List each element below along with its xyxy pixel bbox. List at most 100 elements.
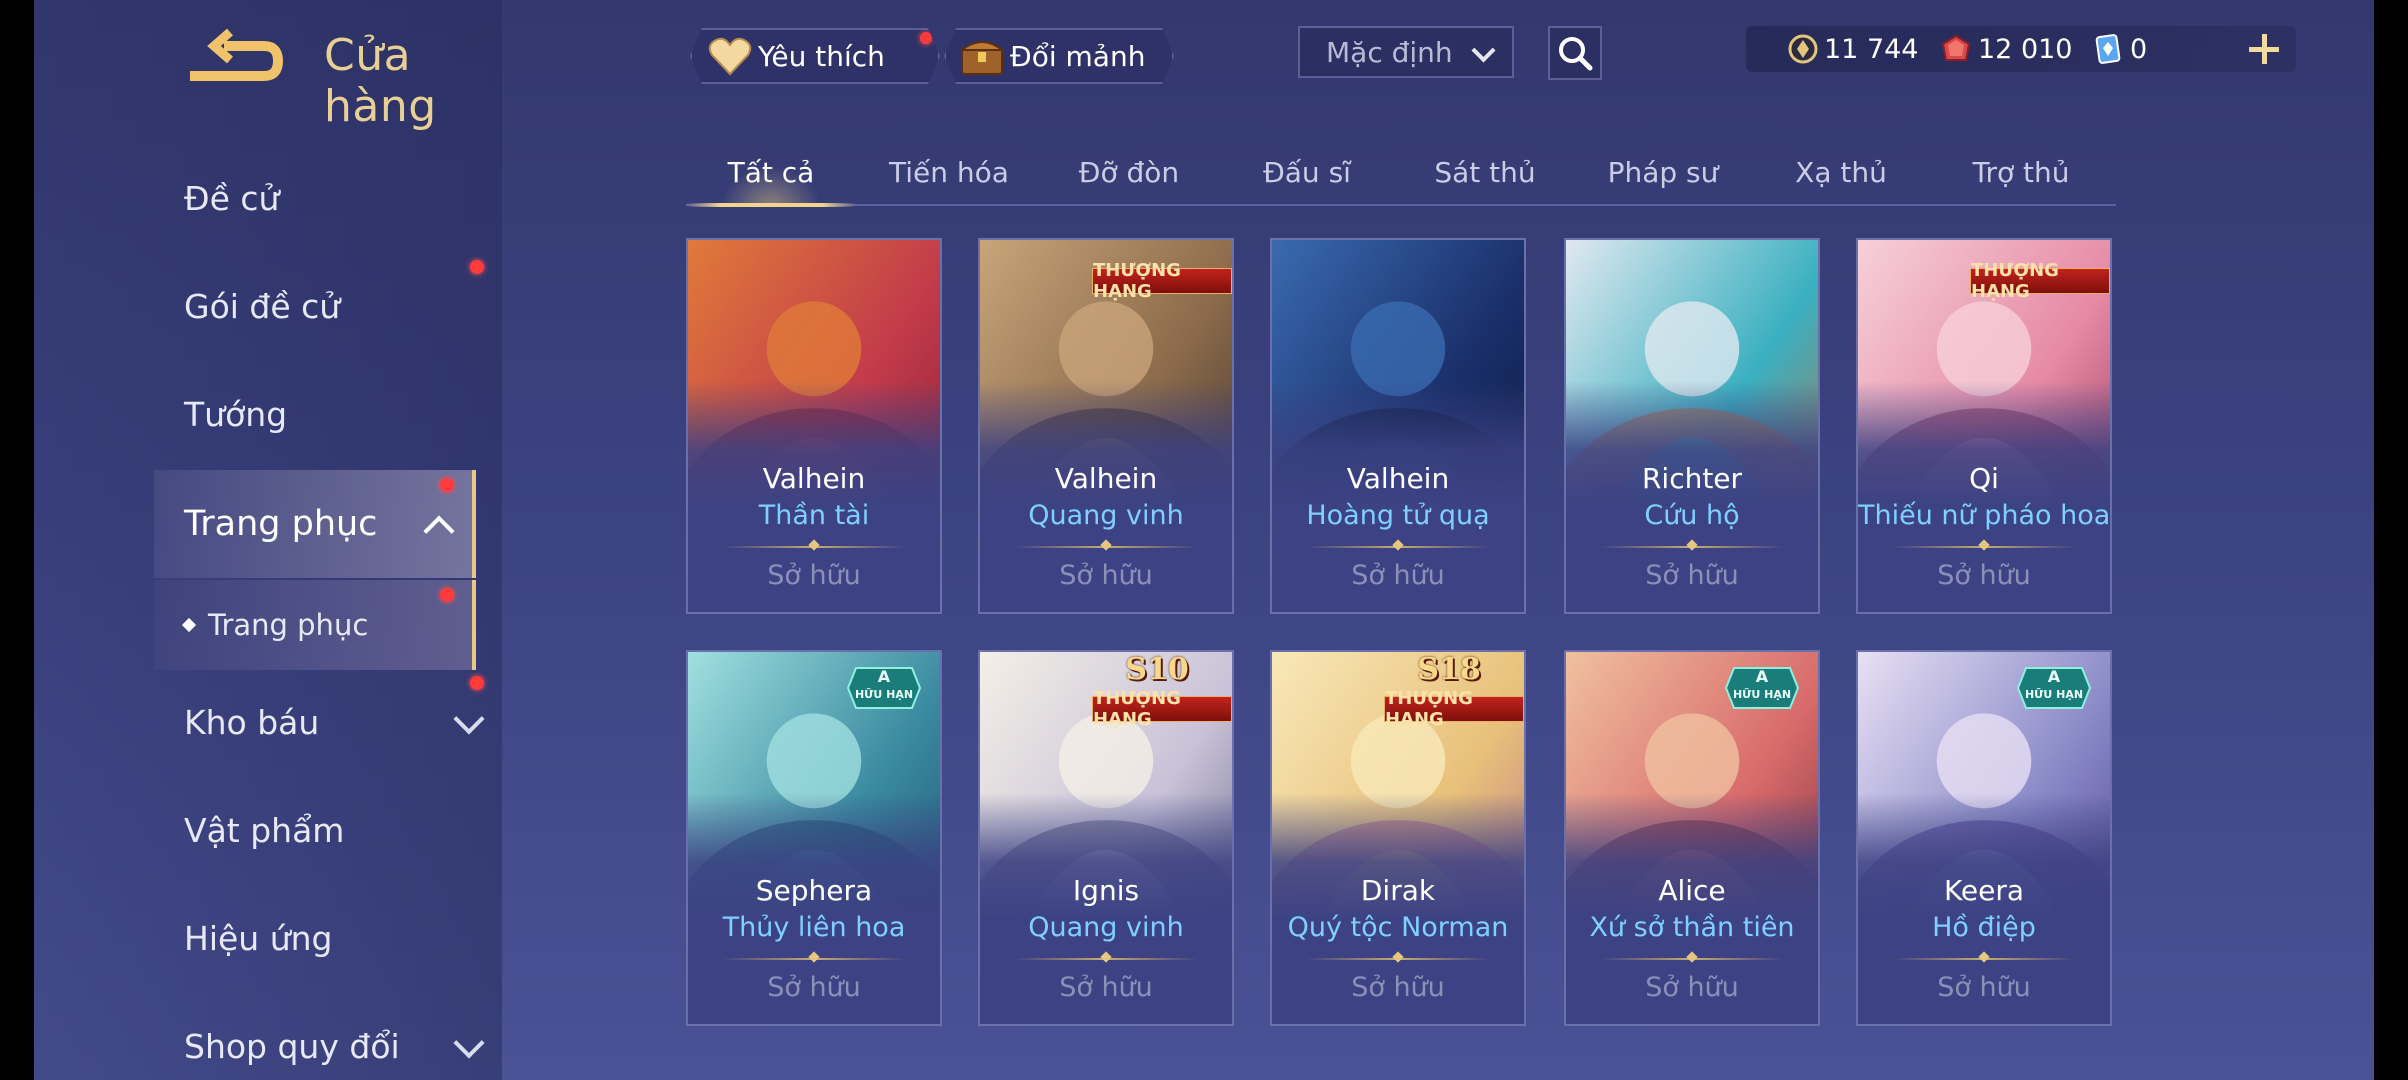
chevron-down-icon: [1471, 38, 1496, 63]
limited-badge: A HỮU HẠN: [1724, 666, 1800, 710]
search-button[interactable]: [1548, 26, 1602, 80]
divider: [722, 546, 906, 548]
ownership-status: Sở hữu: [1351, 560, 1445, 591]
divider: [1892, 958, 2076, 960]
voucher-balance: 12 010: [1940, 26, 2072, 72]
sidebar-item-recommended[interactable]: Đề cử: [184, 144, 502, 252]
chevron-down-icon: [453, 1027, 485, 1059]
back-arrow-icon: [190, 28, 284, 81]
skin-card[interactable]: Qi Thiếu nữ pháo hoa Sở hữu THƯỢNG HẠNG: [1856, 238, 2112, 614]
skin-name: Thần tài: [758, 500, 870, 531]
divider: [1306, 546, 1490, 548]
skin-card[interactable]: Richter Cứu hộ Sở hữu: [1564, 238, 1820, 614]
notification-dot: [470, 676, 484, 690]
skin-card[interactable]: Sephera Thủy liên hoa Sở hữu A HỮU HẠN: [686, 650, 942, 1026]
shard-exchange-button[interactable]: Đổi mảnh: [944, 28, 1174, 84]
sidebar-item-items[interactable]: Vật phẩm: [184, 776, 502, 884]
sidebar-item-label: Vật phẩm: [184, 810, 345, 850]
skin-card[interactable]: Valhein Hoàng tử quạ Sở hữu: [1270, 238, 1526, 614]
voucher-gem-icon: [1941, 34, 1971, 61]
skin-card[interactable]: Valhein Thần tài Sở hữu: [686, 238, 942, 614]
tab-fighter[interactable]: Đấu sĩ: [1222, 140, 1392, 204]
diamond-bullet-icon: [181, 617, 197, 633]
sidebar-item-label: Shop quy đổi: [184, 1026, 400, 1066]
tab-assassin[interactable]: Sát thủ: [1400, 140, 1570, 204]
hero-name: Ignis: [1072, 874, 1140, 907]
skin-name: Hồ điệp: [1932, 912, 2036, 943]
rank-badge: THƯỢNG HẠNG: [1970, 240, 2110, 320]
sidebar-item-effects[interactable]: Hiệu ứng: [184, 884, 502, 992]
ownership-status: Sở hữu: [1059, 972, 1153, 1003]
add-currency-button[interactable]: [2246, 31, 2282, 67]
chevron-up-icon: [423, 515, 455, 547]
ownership-status: Sở hữu: [1937, 560, 2031, 591]
hero-name: Sephera: [755, 874, 873, 907]
hero-name: Valhein: [1346, 462, 1450, 495]
tab-mage[interactable]: Pháp sư: [1578, 140, 1748, 204]
divider: [1600, 958, 1784, 960]
currency-bar: 11 744 12 010 0: [1746, 26, 2296, 72]
rank-badge: THƯỢNG HẠNG: [1092, 240, 1232, 320]
tab-all[interactable]: Tất cả: [686, 140, 856, 207]
skin-name: Hoàng tử quạ: [1306, 500, 1490, 531]
page-title: Cửa hàng: [324, 30, 437, 132]
skin-card[interactable]: Dirak Quý tộc Norman Sở hữu S18 THƯỢNG HẠ…: [1270, 650, 1526, 1026]
hero-name: Richter: [1641, 462, 1743, 495]
skin-name: Thủy liên hoa: [722, 912, 906, 943]
divider: [1892, 546, 2076, 548]
sidebar-item-label: Tướng: [184, 394, 288, 434]
limited-badge-label: HỮU HẠN: [854, 688, 914, 701]
sidebar-item-treasure[interactable]: Kho báu: [184, 668, 502, 776]
divider: [1014, 958, 1198, 960]
sidebar-item-bundles[interactable]: Gói đề cử: [184, 252, 502, 360]
ownership-status: Sở hữu: [1645, 972, 1739, 1003]
skin-name: Cứu hộ: [1644, 500, 1740, 531]
sidebar-item-label: Trang phục: [208, 608, 369, 642]
rank-badge-label: THƯỢNG HẠNG: [1092, 688, 1232, 730]
notification-dot: [920, 32, 932, 44]
hero-name: Dirak: [1360, 874, 1436, 907]
ownership-status: Sở hữu: [1059, 560, 1153, 591]
treasure-chest-icon: [958, 34, 1006, 78]
favorites-button[interactable]: Yêu thích: [690, 28, 940, 84]
notification-dot: [440, 588, 454, 602]
gold-coin-icon: [1788, 34, 1818, 64]
skin-card[interactable]: Ignis Quang vinh Sở hữu S10 THƯỢNG HẠNG: [978, 650, 1234, 1026]
sidebar-item-label: Đề cử: [184, 178, 280, 218]
limited-tier-label: A: [1755, 667, 1769, 686]
limited-tier-label: A: [2047, 667, 2061, 686]
tab-evolution[interactable]: Tiến hóa: [864, 140, 1034, 204]
divider: [1306, 958, 1490, 960]
back-button[interactable]: [184, 28, 284, 88]
season-label: S18: [1417, 652, 1481, 687]
sidebar-subitem-skins[interactable]: Trang phục: [154, 580, 476, 670]
tab-support[interactable]: Trợ thủ: [1936, 140, 2106, 204]
sidebar-item-skins[interactable]: Trang phục: [154, 470, 476, 578]
skin-name: Quang vinh: [1028, 500, 1184, 531]
favorites-label: Yêu thích: [758, 39, 885, 73]
notification-dot: [470, 260, 484, 274]
skin-card[interactable]: Alice Xứ sở thần tiên Sở hữu A HỮU HẠN: [1564, 650, 1820, 1026]
skin-name: Quý tộc Norman: [1287, 912, 1509, 943]
game-screen: Cửa hàng Đề cử Gói đề cử Tướng Trang phụ…: [34, 0, 2374, 1080]
heart-icon: [708, 36, 752, 76]
rank-badge-label: THƯỢNG HẠNG: [1384, 688, 1524, 730]
skin-card[interactable]: Keera Hồ điệp Sở hữu A HỮU HẠN: [1856, 650, 2112, 1026]
ownership-status: Sở hữu: [767, 560, 861, 591]
rank-badge: S10 THƯỢNG HẠNG: [1092, 652, 1232, 732]
rank-badge: S18 THƯỢNG HẠNG: [1384, 652, 1524, 732]
sidebar-item-exchange-shop[interactable]: Shop quy đổi: [184, 992, 502, 1080]
divider: [722, 958, 906, 960]
tab-tank[interactable]: Đỡ đòn: [1044, 140, 1214, 204]
skin-card[interactable]: Valhein Quang vinh Sở hữu THƯỢNG HẠNG: [978, 238, 1234, 614]
sort-dropdown[interactable]: Mặc định: [1298, 26, 1514, 78]
limited-badge: A HỮU HẠN: [846, 666, 922, 710]
limited-badge: A HỮU HẠN: [2016, 666, 2092, 710]
sidebar-item-heroes[interactable]: Tướng: [184, 360, 502, 468]
limited-badge-label: HỮU HẠN: [1732, 688, 1792, 701]
tab-marksman[interactable]: Xạ thủ: [1756, 140, 1926, 204]
notification-dot: [440, 478, 454, 492]
ownership-status: Sở hữu: [1645, 560, 1739, 591]
diamond-balance: 0: [2094, 26, 2147, 72]
hero-name: Qi: [1969, 462, 1999, 495]
